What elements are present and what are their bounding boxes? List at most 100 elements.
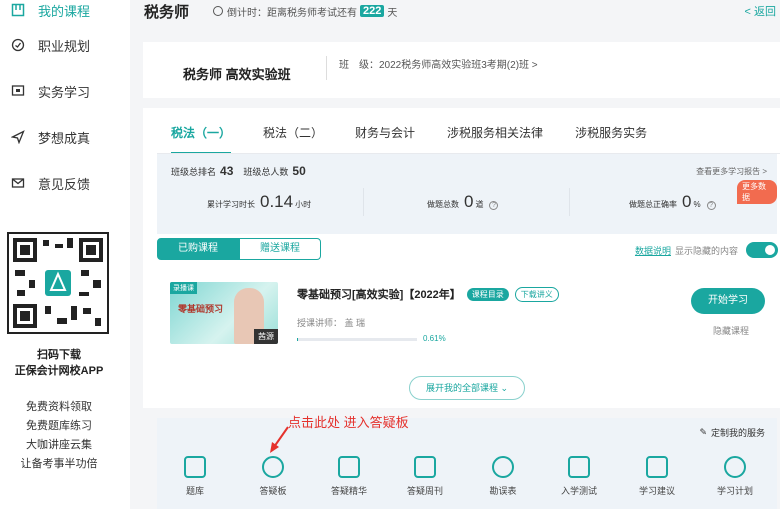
accuracy-value: 0	[682, 192, 692, 211]
course-title: 零基础预习[高效实验]【2022年】	[297, 289, 461, 301]
sidebar-item-feedback[interactable]: 意见反馈	[0, 160, 130, 206]
course-type-switch: 已购课程 赠送课程	[157, 238, 321, 260]
service-errata[interactable]: 勘误表	[473, 456, 533, 497]
service-qa-highlights[interactable]: 答疑精华	[319, 456, 379, 497]
mail-icon	[10, 175, 26, 191]
service-study-plan[interactable]: 学习计划	[705, 456, 765, 497]
question-bank-icon	[184, 456, 206, 478]
download-handout-button[interactable]: 下载讲义	[514, 286, 559, 302]
divider	[363, 188, 364, 216]
sidebar-item-career[interactable]: 职业规划	[0, 22, 130, 68]
gift-courses-tab[interactable]: 赠送课程	[239, 238, 321, 260]
service-question-bank[interactable]: 题库	[165, 456, 225, 497]
qr-caption-line1: 扫码下载	[37, 349, 81, 361]
tab-tax-practice[interactable]: 涉税服务实务	[575, 124, 647, 146]
course-thumbnail[interactable]: 录播课 零基础预习 茜源	[170, 282, 278, 344]
course-catalog-button[interactable]: 课程目录	[466, 287, 509, 301]
help-icon[interactable]: ?	[489, 201, 499, 210]
clock-icon	[213, 6, 224, 16]
page-title: 税务师	[144, 3, 190, 21]
subject-tabs: 税法（一） 税法（二） 财务与会计 涉税服务相关法律 涉税服务实务	[143, 124, 679, 154]
book-icon	[10, 2, 26, 18]
total-value: 50	[292, 164, 306, 178]
class-ranking-row: 班级总排名 43 班级总人数 50	[171, 164, 316, 178]
thumbnail-title: 零基础预习	[178, 304, 224, 314]
question-count-value: 0	[464, 192, 474, 211]
study-time-label: 累计学习时长	[207, 200, 255, 209]
study-stats: 班级总排名 43 班级总人数 50 查看更多学习报告 > 累计学习时长 0.14 小时 …	[157, 154, 777, 234]
study-plan-icon	[724, 456, 746, 478]
help-icon[interactable]: ?	[706, 201, 716, 210]
promo-link-efficiency[interactable]: 让备考事半功倍	[0, 455, 118, 474]
entrance-test-icon	[568, 456, 590, 478]
sidebar-item-practice[interactable]: 实务学习	[0, 68, 130, 114]
countdown-suffix: 天	[387, 7, 398, 19]
customize-services-label: 定制我的服务	[710, 428, 765, 438]
sidebar-promo-links: 免费资料领取 免费题库练习 大咖讲座云集 让备考事半功倍	[0, 398, 118, 474]
errata-gear-icon	[492, 456, 514, 478]
sidebar-item-label: 职业规划	[38, 38, 91, 54]
question-count-unit: 道	[475, 200, 484, 209]
expand-all-courses-button[interactable]: 展开我的全部课程 ⌄	[409, 376, 525, 400]
tab-tax-law-2[interactable]: 税法（二）	[263, 124, 323, 146]
compass-icon	[10, 37, 26, 53]
qa-weekly-icon	[414, 456, 436, 478]
service-label: 勘误表	[489, 486, 517, 496]
more-report-link[interactable]: 查看更多学习报告 >	[696, 166, 767, 177]
hide-course-link[interactable]: 隐藏课程	[713, 324, 749, 337]
service-label: 答疑精华	[330, 486, 367, 496]
sidebar-item-label: 实务学习	[38, 84, 91, 100]
promo-link-lectures[interactable]: 大咖讲座云集	[0, 436, 118, 455]
data-note-link[interactable]: 数据说明	[635, 244, 671, 257]
more-data-badge[interactable]: 更多数据	[737, 180, 777, 204]
teacher-badge: 茜源	[254, 329, 278, 344]
countdown-prefix: 倒计时：距离税务师考试还有	[227, 7, 358, 19]
service-label: 入学测试	[560, 486, 597, 496]
exam-countdown: 倒计时：距离税务师考试还有 222 天	[213, 4, 397, 19]
class-label: 班 级：	[339, 60, 379, 71]
qa-board-icon	[262, 456, 284, 478]
accuracy-unit: %	[693, 200, 701, 209]
study-time-value: 0.14	[260, 192, 294, 211]
qr-caption-line2: 正保会计网校APP	[14, 365, 104, 377]
course-type-tag: 录播课	[170, 282, 197, 294]
service-entrance-test[interactable]: 入学测试	[549, 456, 609, 497]
sidebar-item-label: 梦想成真	[38, 130, 91, 146]
sidebar-item-dream[interactable]: 梦想成真	[0, 114, 130, 160]
rank-label: 班级总排名	[171, 167, 217, 177]
study-advice-icon	[646, 456, 668, 478]
purchased-courses-tab[interactable]: 已购课程	[157, 238, 239, 260]
course-progress-text: 0.61%	[423, 334, 446, 343]
service-qa-weekly[interactable]: 答疑周刊	[395, 456, 455, 497]
tab-tax-law-1[interactable]: 税法（一）	[171, 124, 232, 154]
tab-finance-accounting[interactable]: 财务与会计	[355, 124, 415, 146]
promo-link-question-bank[interactable]: 免费题库练习	[0, 417, 118, 436]
tab-related-law[interactable]: 涉税服务相关法律	[447, 124, 543, 146]
service-label: 学习计划	[716, 486, 753, 496]
service-qa-board[interactable]: 答疑板	[243, 456, 303, 497]
edit-icon: ✎	[699, 427, 707, 437]
back-link[interactable]: < 返回	[745, 3, 776, 19]
sidebar: 我的课程 职业规划 实务学习 梦想成真 意见反馈 扫码下载 正保会计网校APP	[0, 0, 130, 509]
sidebar-item-my-courses[interactable]: 我的课程	[0, 0, 130, 22]
progress-fill	[297, 338, 299, 341]
sidebar-item-label: 意见反馈	[38, 176, 91, 192]
service-label: 答疑周刊	[406, 486, 443, 496]
start-learning-button[interactable]: 开始学习	[691, 288, 765, 314]
qa-highlights-icon	[338, 456, 360, 478]
rank-value: 43	[220, 164, 234, 178]
course-item: 录播课 零基础预习 茜源 零基础预习[高效实验]【2022年】 课程目录 下载讲…	[157, 272, 777, 352]
display-tools: 数据说明 显示隐藏的内容	[635, 242, 778, 258]
top-bar: 税务师 倒计时：距离税务师考试还有 222 天 < 返回	[130, 0, 780, 22]
show-hidden-toggle[interactable]	[746, 242, 778, 258]
customize-services-link[interactable]: ✎ 定制我的服务	[699, 426, 765, 439]
sidebar-item-label: 我的课程	[38, 3, 91, 19]
service-study-advice[interactable]: 学习建议	[627, 456, 687, 497]
send-icon	[10, 129, 26, 145]
class-name: 税务师 高效实验班	[183, 67, 291, 82]
promo-link-materials[interactable]: 免费资料领取	[0, 398, 118, 417]
service-panel: ✎ 定制我的服务 题库 答疑板 答疑精华 答疑周刊 勘误表 入学测试 学习建议 学…	[157, 418, 777, 509]
class-selector[interactable]: 班 级：2022税务师高效实验班3考期(2)班 >	[339, 56, 538, 71]
accuracy-stat: 做题总正确率 0%?	[629, 192, 716, 212]
course-teacher: 授课讲师： 盖 瑞	[297, 318, 366, 328]
